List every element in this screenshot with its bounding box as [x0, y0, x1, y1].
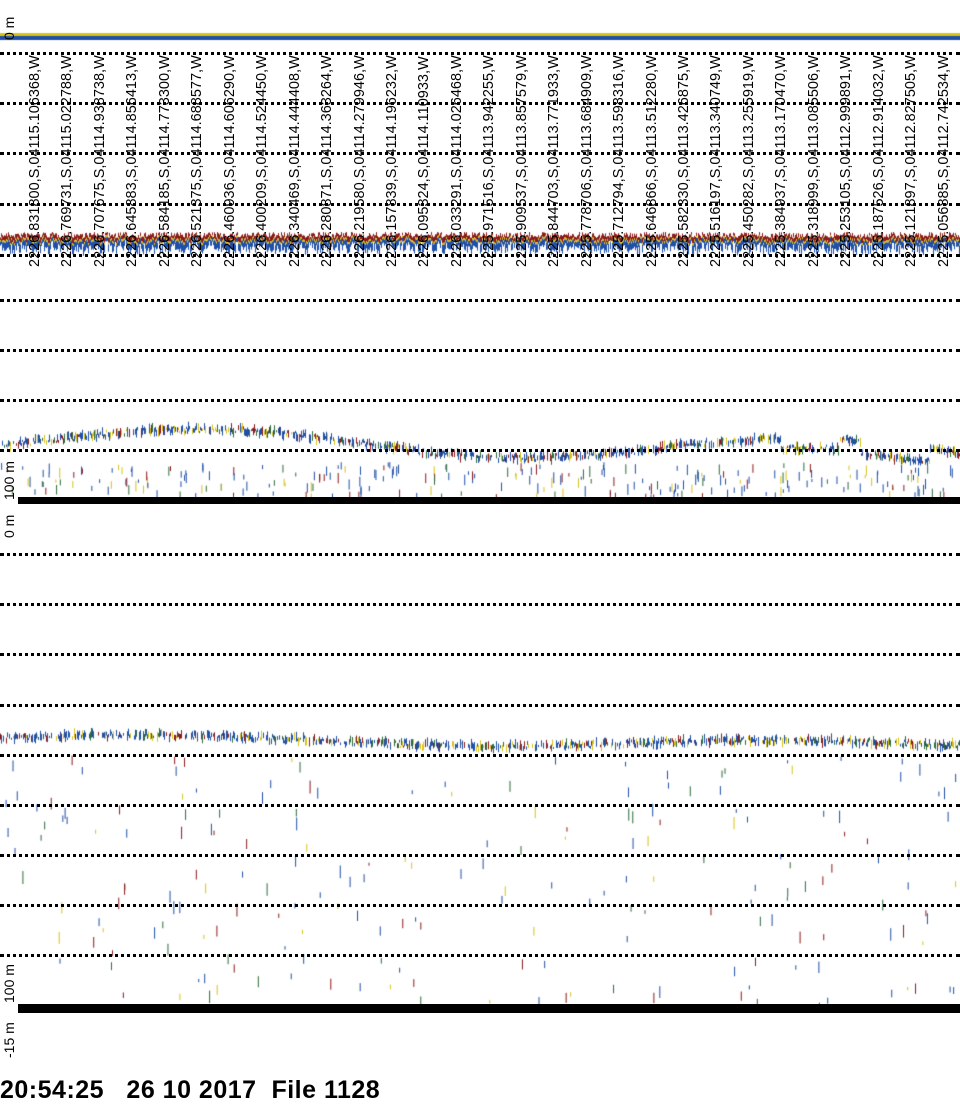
position-label: 2226.157839,S,04114.196232,W — [383, 55, 400, 267]
depth-gridline — [0, 704, 960, 707]
position-label: 2226.831800,S,04115.106368,W — [27, 55, 43, 267]
position-label: 2225.844703,S,04113.771933,W — [546, 55, 563, 267]
position-label: 2225.909537,S,04113.857579,W — [513, 55, 530, 267]
position-label: 2225.516197,S,04113.340749,W — [708, 55, 725, 267]
footer-status: 20:54:25 26 10 2017 File 1128 — [0, 1076, 380, 1105]
position-label: 2226.033291,S,04114.026468,W — [448, 55, 465, 267]
position-label: 2226.584185,S,04114.773300,W — [156, 55, 173, 267]
bottom-bar — [18, 1004, 960, 1013]
depth-label-top-upper: 0 m — [1, 16, 17, 40]
position-label: 2226.460936,S,04114.606290,W — [221, 55, 238, 267]
depth-label-top-lower: 0 m — [1, 514, 17, 538]
panel-divider-bar — [18, 497, 960, 504]
position-label: 2226.095324,S,04114.110933,W — [416, 56, 433, 267]
position-label: 2226.219580,S,04114.279946,W — [351, 55, 368, 267]
position-label: 2225.056885,S,04112.742534,W — [935, 55, 952, 267]
depth-offset-label: -15 m — [1, 1022, 17, 1058]
position-label: 2225.646866,S,04113.512280,W — [643, 55, 660, 267]
depth-gridline — [0, 299, 960, 302]
position-label: 2226.280871,S,04114.363264,W — [319, 55, 336, 267]
position-label: 2226.521375,S,04114.688577,W — [189, 55, 206, 267]
position-label: 2225.778706,S,04113.684909,W — [578, 55, 595, 267]
depth-gridline — [0, 603, 960, 606]
position-label: 2226.400209,S,04114.524450,W — [254, 55, 271, 267]
position-label: 2225.318999,S,04113.085506,W — [805, 55, 822, 267]
depth-gridline — [0, 449, 960, 452]
position-label: 2225.450282,S,04113.255919,W — [740, 55, 757, 267]
depth-gridline — [0, 553, 960, 556]
position-label: 2226.645883,S,04114.856413,W — [124, 55, 141, 267]
depth-gridline — [0, 854, 960, 857]
position-label: 2225.582330,S,04113.426875,W — [676, 55, 692, 267]
depth-gridline — [0, 349, 960, 352]
depth-label-bottom-upper: 100 m — [1, 461, 17, 500]
position-label: 2225.187526,S,04112.914032,W — [870, 55, 887, 267]
depth-label-bottom-lower: 100 m — [1, 964, 17, 1003]
position-label: 2225.971516,S,04113.942255,W — [481, 55, 498, 267]
footer-file: File 1128 — [271, 1076, 381, 1104]
position-label: 2226.707675,S,04114.938738,W — [91, 55, 108, 267]
footer-date: 26 10 2017 — [126, 1076, 257, 1104]
position-label: 2226.340469,S,04114.444408,W — [286, 55, 303, 267]
depth-gridline — [0, 904, 960, 907]
position-label: 2225.712794,S,04113.598316,W — [611, 55, 628, 267]
depth-gridline — [0, 754, 960, 757]
footer-time: 20:54:25 — [0, 1076, 105, 1104]
position-label: 2226.769731,S,04115.022788,W — [59, 55, 76, 267]
depth-gridline — [0, 653, 960, 656]
depth-gridline — [0, 954, 960, 957]
position-label: 2225.253105,S,04112.999891,W — [838, 55, 855, 267]
position-label: 2225.384937,S,04113.170470,W — [773, 55, 790, 267]
depth-gridline — [0, 399, 960, 402]
depth-gridline — [0, 804, 960, 807]
position-label: 2225.121897,S,04112.827505,W — [903, 55, 920, 267]
